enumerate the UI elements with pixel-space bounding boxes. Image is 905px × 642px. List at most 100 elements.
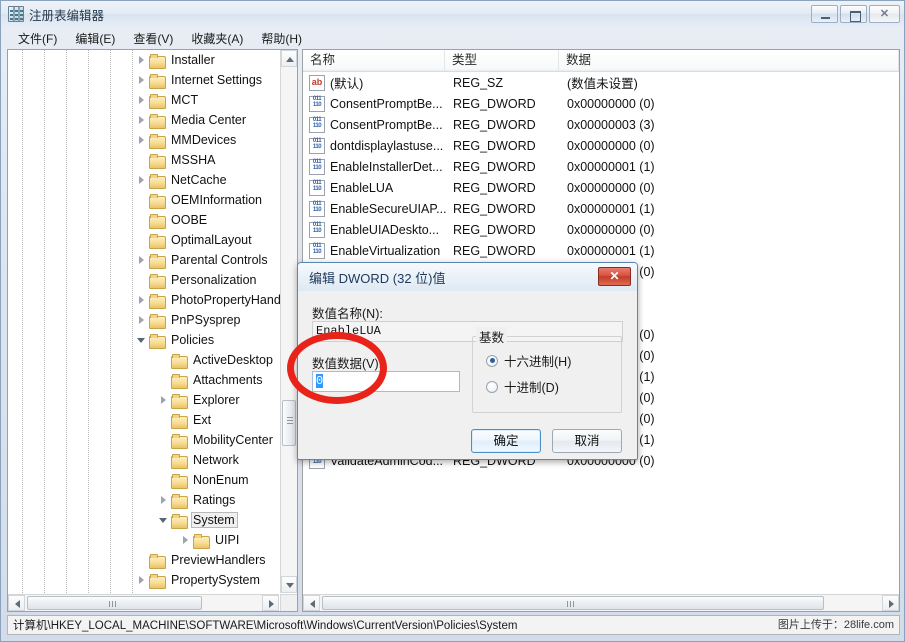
- tree-item-netcache[interactable]: NetCache: [8, 170, 281, 190]
- registry-tree[interactable]: InstallerInternet SettingsMCTMedia Cente…: [8, 50, 281, 595]
- tree-item-label: OOBE: [169, 212, 210, 228]
- tree-scroll-down-icon[interactable]: [281, 576, 297, 593]
- registry-tree-pane: InstallerInternet SettingsMCTMedia Cente…: [7, 49, 298, 612]
- dialog-title: 编辑 DWORD (32 位)值: [298, 268, 446, 287]
- tree-item-mssha[interactable]: MSSHA: [8, 150, 281, 170]
- expand-arrow-icon[interactable]: [136, 74, 148, 86]
- tree-item-pnpsysprep[interactable]: PnPSysprep: [8, 310, 281, 330]
- tree-item-propertysystem[interactable]: PropertySystem: [8, 570, 281, 590]
- tree-horizontal-scrollbar[interactable]: [8, 594, 279, 611]
- expand-arrow-icon[interactable]: [136, 54, 148, 66]
- menu-view[interactable]: 查看(V): [124, 28, 182, 49]
- tree-item-optimallayout[interactable]: OptimalLayout: [8, 230, 281, 250]
- registry-value-row[interactable]: EnableSecureUIAP...REG_DWORD0x00000001 (…: [303, 198, 899, 219]
- close-button[interactable]: ✕: [869, 5, 900, 23]
- radio-button-icon: [486, 355, 498, 367]
- tree-scroll-up-icon[interactable]: [281, 50, 297, 67]
- expand-arrow-icon[interactable]: [158, 394, 170, 406]
- tree-guide-line: [44, 50, 45, 595]
- registry-value-row[interactable]: ConsentPromptBe...REG_DWORD0x00000000 (0…: [303, 93, 899, 114]
- registry-value-row[interactable]: EnableVirtualizationREG_DWORD0x00000001 …: [303, 240, 899, 261]
- menu-favorites[interactable]: 收藏夹(A): [182, 28, 252, 49]
- column-name[interactable]: 名称: [303, 50, 445, 71]
- expand-arrow-icon[interactable]: [136, 94, 148, 106]
- list-hscroll-thumb[interactable]: [322, 596, 824, 610]
- registry-value-row[interactable]: EnableUIADeskto...REG_DWORD0x00000000 (0…: [303, 219, 899, 240]
- base-groupbox: [472, 336, 622, 413]
- collapse-arrow-icon[interactable]: [158, 514, 170, 526]
- tree-item-previewhandlers[interactable]: PreviewHandlers: [8, 550, 281, 570]
- tree-item-label: Personalization: [169, 272, 259, 288]
- radio-hexadecimal[interactable]: 十六进制(H): [486, 351, 571, 370]
- tree-item-explorer[interactable]: Explorer: [8, 390, 281, 410]
- expand-arrow-icon[interactable]: [136, 314, 148, 326]
- tree-item-policies[interactable]: Policies: [8, 330, 281, 350]
- tree-item-label: NetCache: [169, 172, 230, 188]
- tree-item-attachments[interactable]: Attachments: [8, 370, 281, 390]
- expand-arrow-icon[interactable]: [136, 134, 148, 146]
- maximize-button[interactable]: [840, 5, 867, 23]
- value-data-cell: 0x00000000 (0): [567, 181, 899, 195]
- tree-item-media-center[interactable]: Media Center: [8, 110, 281, 130]
- value-type-cell: REG_DWORD: [453, 223, 567, 237]
- list-scroll-left-icon[interactable]: [303, 595, 320, 611]
- menu-help[interactable]: 帮助(H): [252, 28, 311, 49]
- expand-arrow-icon[interactable]: [136, 174, 148, 186]
- expand-arrow-icon[interactable]: [136, 574, 148, 586]
- tree-scroll-thumb[interactable]: [282, 400, 296, 446]
- expand-arrow-icon[interactable]: [136, 294, 148, 306]
- tree-item-oeminformation[interactable]: OEMInformation: [8, 190, 281, 210]
- dword-value-icon: [309, 159, 325, 175]
- registry-value-row[interactable]: EnableInstallerDet...REG_DWORD0x00000001…: [303, 156, 899, 177]
- expand-arrow-icon[interactable]: [180, 534, 192, 546]
- list-scroll-right-icon[interactable]: [882, 595, 899, 611]
- tree-item-mct[interactable]: MCT: [8, 90, 281, 110]
- folder-icon: [149, 194, 165, 207]
- tree-item-personalization[interactable]: Personalization: [8, 270, 281, 290]
- ok-button[interactable]: 确定: [471, 429, 541, 453]
- expand-arrow-icon[interactable]: [136, 114, 148, 126]
- tree-item-activedesktop[interactable]: ActiveDesktop: [8, 350, 281, 370]
- menu-file[interactable]: 文件(F): [9, 28, 66, 49]
- radio-decimal[interactable]: 十进制(D): [486, 377, 559, 396]
- tree-item-uipi[interactable]: UIPI: [8, 530, 281, 550]
- dialog-close-button[interactable]: ✕: [598, 267, 631, 286]
- registry-value-row[interactable]: ConsentPromptBe...REG_DWORD0x00000003 (3…: [303, 114, 899, 135]
- minimize-button[interactable]: [811, 5, 838, 23]
- tree-item-oobe[interactable]: OOBE: [8, 210, 281, 230]
- tree-scroll-left-icon[interactable]: [8, 595, 25, 611]
- tree-item-photopropertyhand[interactable]: PhotoPropertyHand: [8, 290, 281, 310]
- value-data-input[interactable]: 0: [312, 371, 460, 392]
- expand-arrow-icon[interactable]: [136, 254, 148, 266]
- tree-item-mobilitycenter[interactable]: MobilityCenter: [8, 430, 281, 450]
- tree-item-label: NonEnum: [191, 472, 252, 488]
- expand-arrow-icon[interactable]: [158, 494, 170, 506]
- tree-item-label: MSSHA: [169, 152, 218, 168]
- menu-edit[interactable]: 编辑(E): [66, 28, 124, 49]
- tree-leaf-spacer: [158, 434, 170, 446]
- tree-scroll-right-icon[interactable]: [262, 595, 279, 611]
- registry-value-row[interactable]: EnableLUAREG_DWORD0x00000000 (0): [303, 177, 899, 198]
- dialog-body: 数值名称(N): EnableLUA 数值数据(V): 0 基数 十六进制(H)…: [298, 291, 637, 459]
- value-name-cell: ConsentPromptBe...: [330, 97, 453, 111]
- tree-item-internet-settings[interactable]: Internet Settings: [8, 70, 281, 90]
- cancel-button[interactable]: 取消: [552, 429, 622, 453]
- tree-item-ext[interactable]: Ext: [8, 410, 281, 430]
- tree-item-nonenum[interactable]: NonEnum: [8, 470, 281, 490]
- tree-item-system[interactable]: System: [8, 510, 281, 530]
- registry-value-row[interactable]: (默认)REG_SZ(数值未设置): [303, 72, 899, 93]
- tree-item-parental-controls[interactable]: Parental Controls: [8, 250, 281, 270]
- tree-hscroll-thumb[interactable]: [27, 596, 202, 610]
- collapse-arrow-icon[interactable]: [136, 334, 148, 346]
- tree-vertical-scrollbar[interactable]: [280, 50, 297, 593]
- tree-item-installer[interactable]: Installer: [8, 50, 281, 70]
- tree-item-network[interactable]: Network: [8, 450, 281, 470]
- value-name-cell: (默认): [330, 73, 453, 92]
- column-data[interactable]: 数据: [559, 50, 899, 71]
- list-horizontal-scrollbar[interactable]: [303, 594, 899, 611]
- column-type[interactable]: 类型: [445, 50, 559, 71]
- tree-item-mmdevices[interactable]: MMDevices: [8, 130, 281, 150]
- dword-value-icon: [309, 243, 325, 259]
- tree-item-ratings[interactable]: Ratings: [8, 490, 281, 510]
- registry-value-row[interactable]: dontdisplaylastuse...REG_DWORD0x00000000…: [303, 135, 899, 156]
